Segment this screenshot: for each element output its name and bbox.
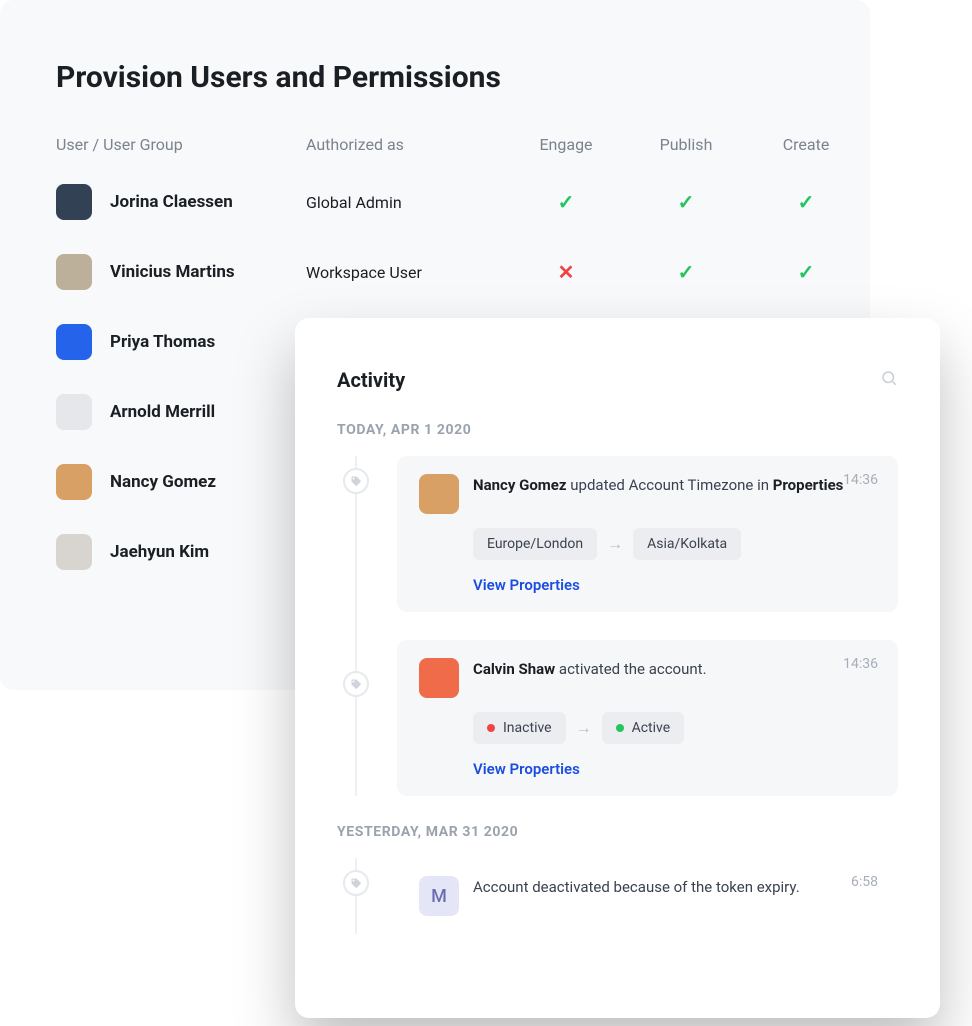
table-row[interactable]: Jorina Claessen Global Admin ✓ ✓ ✓ [56,184,814,220]
tag-icon [343,671,369,697]
user-name: Vinicius Martins [110,262,235,282]
avatar [56,324,92,360]
timeline-line [355,456,357,796]
activity-time: 14:36 [843,472,878,488]
avatar [56,184,92,220]
perm-create-check-icon: ✓ [798,190,815,214]
col-auth: Authorized as [306,135,506,154]
user-name: Jaehyun Kim [110,542,209,562]
tag-icon [343,870,369,896]
avatar: M [419,876,459,916]
user-name: Arnold Merrill [110,402,215,422]
activity-text: Calvin Shaw activated the account. [473,658,876,681]
activity-entry[interactable]: 6:58 M Account deactivated because of th… [397,858,898,934]
perm-create-check-icon: ✓ [798,260,815,284]
avatar [56,394,92,430]
activity-time: 14:36 [843,656,878,672]
status-dot-green-icon [616,724,624,732]
activity-time: 6:58 [851,874,878,890]
search-icon[interactable] [880,369,898,391]
user-name: Nancy Gomez [110,472,216,492]
avatar [419,658,459,698]
arrow-right-icon: → [607,534,623,554]
activity-timeline: 6:58 M Account deactivated because of th… [337,858,898,934]
provision-title: Provision Users and Permissions [56,60,814,95]
activity-title: Activity [337,368,405,392]
col-create: Create [746,135,866,154]
activity-entry[interactable]: 14:36 Nancy Gomez updated Account Timezo… [397,456,898,612]
activity-text: Nancy Gomez updated Account Timezone in … [473,474,876,497]
col-engage: Engage [506,135,626,154]
perm-engage-check-icon: ✓ [558,190,575,214]
activity-actor: Nancy Gomez [473,476,567,494]
activity-panel: Activity TODAY, APR 1 2020 14:36 Nancy G… [295,318,940,1018]
activity-entry[interactable]: 14:36 Calvin Shaw activated the account.… [397,640,898,796]
table-row[interactable]: Vinicius Martins Workspace User ✕ ✓ ✓ [56,254,814,290]
user-role: Workspace User [306,263,506,282]
perm-publish-check-icon: ✓ [678,190,695,214]
provision-header-row: User / User Group Authorized as Engage P… [56,135,814,154]
activity-date-header: TODAY, APR 1 2020 [337,422,898,438]
activity-timeline: 14:36 Nancy Gomez updated Account Timezo… [337,456,898,796]
perm-engage-cross-icon: ✕ [558,260,575,284]
tag-icon [343,468,369,494]
user-role: Global Admin [306,193,506,212]
view-properties-link[interactable]: View Properties [473,760,580,778]
chip-to: Active [602,712,685,744]
view-properties-link[interactable]: View Properties [473,576,580,594]
chip-from: Inactive [473,712,566,744]
activity-text: Account deactivated because of the token… [473,876,876,899]
user-name: Priya Thomas [110,332,215,352]
avatar [56,254,92,290]
chip-to: Asia/Kolkata [633,528,741,560]
col-user: User / User Group [56,135,306,154]
arrow-right-icon: → [576,718,592,738]
activity-date-header: YESTERDAY, MAR 31 2020 [337,824,898,840]
chip-from: Europe/London [473,528,597,560]
user-name: Jorina Claessen [110,192,233,212]
avatar [56,534,92,570]
status-dot-red-icon [487,724,495,732]
activity-actor: Calvin Shaw [473,660,555,678]
perm-publish-check-icon: ✓ [678,260,695,284]
avatar [419,474,459,514]
col-publish: Publish [626,135,746,154]
avatar [56,464,92,500]
